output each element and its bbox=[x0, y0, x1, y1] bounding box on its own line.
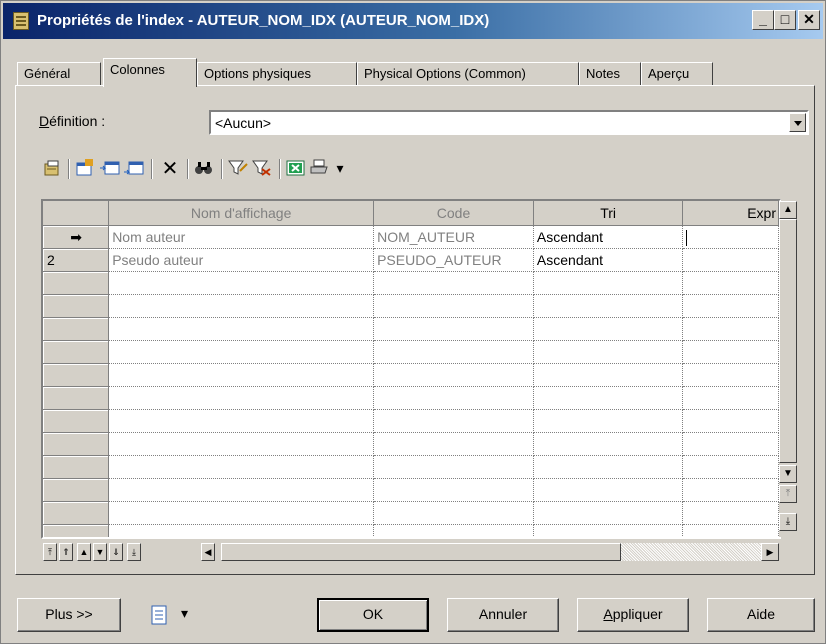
col-header-sort[interactable]: Tri bbox=[533, 201, 684, 226]
cancel-button[interactable]: Annuler bbox=[447, 598, 559, 632]
grid-corner bbox=[43, 201, 110, 226]
table-row[interactable] bbox=[43, 478, 779, 502]
definition-select[interactable]: <Aucun> bbox=[209, 110, 809, 135]
move-last-icon[interactable]: ⤓ bbox=[127, 543, 141, 561]
print-icon[interactable] bbox=[309, 157, 331, 179]
move-first-icon[interactable]: ⤒ bbox=[43, 543, 57, 561]
table-row[interactable] bbox=[43, 317, 779, 341]
horizontal-scrollbar[interactable] bbox=[221, 543, 777, 561]
row-header[interactable] bbox=[43, 432, 110, 456]
row-header[interactable] bbox=[43, 340, 110, 364]
table-row[interactable] bbox=[43, 340, 779, 364]
scroll-page-up-icon: ⤒ bbox=[779, 485, 797, 503]
row-header[interactable] bbox=[43, 317, 110, 341]
window-title: Propriétés de l'index - AUTEUR_NOM_IDX (… bbox=[37, 12, 490, 29]
tab-colonnes[interactable]: Colonnes bbox=[103, 58, 197, 87]
close-icon: ✕ bbox=[803, 11, 815, 27]
delete-icon[interactable]: ✕ bbox=[159, 157, 181, 180]
help-button[interactable]: Aide bbox=[707, 598, 815, 632]
scroll-left-icon[interactable]: ◀ bbox=[201, 543, 215, 561]
col-header-code[interactable]: Code bbox=[373, 201, 534, 226]
cell-sort[interactable]: Ascendant bbox=[533, 225, 684, 249]
scroll-thumb[interactable] bbox=[779, 219, 797, 463]
row-header[interactable] bbox=[43, 294, 110, 318]
excel-export-icon[interactable] bbox=[285, 157, 307, 179]
title-bar[interactable]: Propriétés de l'index - AUTEUR_NOM_IDX (… bbox=[3, 3, 823, 39]
scroll-down-icon[interactable]: ▼ bbox=[779, 465, 797, 483]
index-icon bbox=[13, 12, 29, 30]
table-row[interactable]: ➡ Nom auteur NOM_AUTEUR Ascendant bbox=[43, 225, 779, 249]
table-row[interactable] bbox=[43, 386, 779, 410]
table-row[interactable] bbox=[43, 432, 779, 456]
scroll-right-icon[interactable]: ▶ bbox=[761, 543, 779, 561]
move-page-down-icon[interactable]: ⇓ bbox=[109, 543, 123, 561]
horizontal-scroll-thumb[interactable] bbox=[221, 543, 621, 561]
index-properties-window: Propriétés de l'index - AUTEUR_NOM_IDX (… bbox=[0, 0, 826, 644]
move-up-icon[interactable]: ▲ bbox=[77, 543, 91, 561]
row-header[interactable] bbox=[43, 455, 110, 479]
cell-sort[interactable]: Ascendant bbox=[533, 248, 684, 272]
row-header[interactable] bbox=[43, 363, 110, 387]
ok-button[interactable]: OK bbox=[317, 598, 429, 632]
tab-general[interactable]: Général bbox=[17, 62, 101, 86]
row-header[interactable] bbox=[43, 501, 110, 525]
tab-notes[interactable]: Notes bbox=[579, 62, 641, 86]
find-icon[interactable] bbox=[193, 157, 215, 179]
table-row[interactable]: 2 Pseudo auteur PSEUDO_AUTEUR Ascendant bbox=[43, 248, 779, 272]
cell-expr[interactable] bbox=[682, 225, 779, 249]
table-row[interactable] bbox=[43, 501, 779, 525]
minimize-button[interactable]: _ bbox=[752, 10, 774, 30]
grid-table: Nom d'affichage Code Tri Expr ➡ Nom aute… bbox=[43, 201, 779, 537]
add-row-icon[interactable] bbox=[123, 157, 145, 179]
table-row[interactable] bbox=[43, 363, 779, 387]
tab-physical-options-common[interactable]: Physical Options (Common) bbox=[357, 62, 579, 86]
table-row[interactable] bbox=[43, 271, 779, 295]
table-row[interactable] bbox=[43, 409, 779, 433]
row-number[interactable]: 2 bbox=[43, 248, 110, 272]
insert-row-icon[interactable] bbox=[99, 157, 121, 179]
filter-icon[interactable] bbox=[227, 157, 249, 179]
scroll-page-down-icon[interactable]: ⤓ bbox=[779, 513, 797, 531]
definition-value: <Aucun> bbox=[215, 115, 272, 131]
cell-code[interactable]: PSEUDO_AUTEUR bbox=[373, 248, 534, 272]
clear-filter-icon[interactable] bbox=[251, 157, 273, 179]
chevron-down-icon[interactable] bbox=[789, 113, 806, 132]
table-row[interactable] bbox=[43, 294, 779, 318]
cell-display-name[interactable]: Pseudo auteur bbox=[108, 248, 375, 272]
col-header-expr[interactable]: Expr bbox=[682, 201, 779, 226]
move-page-up-icon[interactable]: ⇑ bbox=[59, 543, 73, 561]
maximize-icon: □ bbox=[780, 11, 790, 27]
tab-options-physiques[interactable]: Options physiques bbox=[197, 62, 357, 86]
report-icon[interactable] bbox=[149, 605, 171, 627]
row-header[interactable] bbox=[43, 386, 110, 410]
col-header-display-name[interactable]: Nom d'affichage bbox=[108, 201, 375, 226]
columns-grid[interactable]: Nom d'affichage Code Tri Expr ➡ Nom aute… bbox=[41, 199, 781, 539]
cell-display-name[interactable]: Nom auteur bbox=[108, 225, 375, 249]
row-header[interactable] bbox=[43, 271, 110, 295]
tab-apercu[interactable]: Aperçu bbox=[641, 62, 713, 86]
scroll-up-icon[interactable]: ▲ bbox=[779, 201, 797, 219]
vertical-scrollbar[interactable]: ▲ ▼ ⤒ ⤓ bbox=[779, 201, 797, 537]
row-header[interactable] bbox=[43, 524, 110, 537]
row-header[interactable] bbox=[43, 409, 110, 433]
maximize-button[interactable]: □ bbox=[774, 10, 796, 30]
table-row[interactable] bbox=[43, 455, 779, 479]
minimize-icon: _ bbox=[759, 11, 767, 27]
close-button[interactable]: ✕ bbox=[798, 10, 820, 30]
row-marker[interactable]: ➡ bbox=[43, 225, 110, 249]
more-button[interactable]: Plus >> bbox=[17, 598, 121, 632]
definition-label: Définition : bbox=[39, 113, 106, 129]
cell-expr[interactable] bbox=[682, 248, 779, 272]
table-row[interactable] bbox=[43, 524, 779, 537]
more-dropdown-icon[interactable]: ▾ bbox=[333, 157, 347, 179]
report-dropdown-icon[interactable]: ▾ bbox=[181, 605, 188, 622]
cell-code[interactable]: NOM_AUTEUR bbox=[373, 225, 534, 249]
apply-button[interactable]: Appliquer bbox=[577, 598, 689, 632]
add-columns-icon[interactable] bbox=[75, 157, 97, 179]
properties-icon[interactable] bbox=[41, 157, 63, 179]
row-header[interactable] bbox=[43, 478, 110, 502]
move-down-icon[interactable]: ▼ bbox=[93, 543, 107, 561]
